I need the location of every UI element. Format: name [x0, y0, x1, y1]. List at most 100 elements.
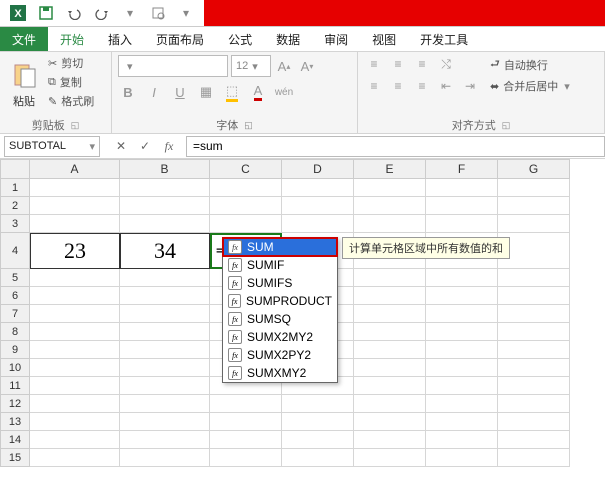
cell[interactable]	[30, 395, 120, 413]
cell[interactable]	[354, 431, 426, 449]
orientation-button[interactable]: ⤭	[436, 55, 456, 73]
save-icon[interactable]	[34, 2, 58, 24]
align-middle-button[interactable]: ≡	[388, 55, 408, 73]
cell[interactable]	[426, 431, 498, 449]
cell[interactable]	[498, 377, 570, 395]
select-all-corner[interactable]	[0, 159, 30, 179]
italic-button[interactable]: I	[144, 81, 164, 103]
cell[interactable]	[498, 215, 570, 233]
column-header[interactable]: G	[498, 159, 570, 179]
formula-bar[interactable]: =sum	[186, 136, 605, 157]
decrease-font-icon[interactable]: A▾	[297, 55, 317, 77]
cell[interactable]	[354, 323, 426, 341]
autocomplete-item[interactable]: fxSUM	[223, 238, 337, 256]
cell[interactable]	[282, 395, 354, 413]
cell[interactable]	[426, 377, 498, 395]
cell[interactable]	[210, 395, 282, 413]
bold-button[interactable]: B	[118, 81, 138, 103]
tab-review[interactable]: 审阅	[312, 27, 360, 51]
align-dialog-icon[interactable]: ◱	[502, 120, 511, 131]
cell[interactable]	[426, 215, 498, 233]
cell[interactable]	[282, 431, 354, 449]
tab-file[interactable]: 文件	[0, 27, 48, 51]
cell[interactable]	[282, 413, 354, 431]
accept-formula-button[interactable]: ✓	[136, 139, 154, 154]
cell[interactable]	[120, 431, 210, 449]
autocomplete-item[interactable]: fxSUMXMY2	[223, 364, 337, 382]
row-header[interactable]: 2	[0, 197, 30, 215]
increase-font-icon[interactable]: A▴	[274, 55, 294, 77]
row-header[interactable]: 8	[0, 323, 30, 341]
cell[interactable]	[498, 287, 570, 305]
border-button[interactable]: ▦	[196, 81, 216, 103]
font-size-combo[interactable]: 12▾	[231, 55, 271, 77]
cell[interactable]	[120, 269, 210, 287]
align-center-button[interactable]: ≡	[388, 77, 408, 95]
tab-insert[interactable]: 插入	[96, 27, 144, 51]
tab-layout[interactable]: 页面布局	[144, 27, 216, 51]
cell[interactable]: 34	[120, 233, 210, 269]
cell[interactable]	[354, 413, 426, 431]
cell[interactable]	[282, 215, 354, 233]
row-header[interactable]: 13	[0, 413, 30, 431]
row-header[interactable]: 15	[0, 449, 30, 467]
decrease-indent-button[interactable]: ⇤	[436, 77, 456, 95]
column-header[interactable]: A	[30, 159, 120, 179]
row-header[interactable]: 7	[0, 305, 30, 323]
cancel-formula-button[interactable]: ✕	[112, 139, 130, 154]
autocomplete-item[interactable]: fxSUMIF	[223, 256, 337, 274]
tab-dev[interactable]: 开发工具	[408, 27, 480, 51]
cell[interactable]	[354, 179, 426, 197]
cell[interactable]	[498, 341, 570, 359]
cell[interactable]	[426, 179, 498, 197]
cell[interactable]	[498, 269, 570, 287]
tab-data[interactable]: 数据	[264, 27, 312, 51]
row-header[interactable]: 1	[0, 179, 30, 197]
cell[interactable]	[354, 449, 426, 467]
cell[interactable]	[498, 323, 570, 341]
cell[interactable]	[498, 197, 570, 215]
cell[interactable]	[30, 269, 120, 287]
cell[interactable]	[282, 179, 354, 197]
align-bottom-button[interactable]: ≡	[412, 55, 432, 73]
autocomplete-item[interactable]: fxSUMSQ	[223, 310, 337, 328]
cell[interactable]	[498, 413, 570, 431]
column-header[interactable]: B	[120, 159, 210, 179]
cell[interactable]	[30, 179, 120, 197]
row-header[interactable]: 9	[0, 341, 30, 359]
font-dialog-icon[interactable]: ◱	[244, 120, 253, 131]
clipboard-dialog-icon[interactable]: ◱	[71, 120, 80, 131]
cell[interactable]	[30, 413, 120, 431]
cell[interactable]	[354, 269, 426, 287]
cell[interactable]	[426, 269, 498, 287]
cell[interactable]	[120, 305, 210, 323]
cell[interactable]	[120, 197, 210, 215]
align-left-button[interactable]: ≡	[364, 77, 384, 95]
cell[interactable]	[498, 179, 570, 197]
cell[interactable]	[210, 179, 282, 197]
cell[interactable]	[30, 449, 120, 467]
cell[interactable]	[30, 305, 120, 323]
align-top-button[interactable]: ≡	[364, 55, 384, 73]
cut-button[interactable]: ✂剪切	[48, 55, 94, 71]
cell[interactable]	[354, 359, 426, 377]
column-header[interactable]: E	[354, 159, 426, 179]
cell[interactable]	[354, 395, 426, 413]
cell[interactable]	[354, 305, 426, 323]
cell[interactable]	[354, 377, 426, 395]
name-box[interactable]: SUBTOTAL▾	[4, 136, 100, 157]
worksheet[interactable]: ABCDEFG 12342334=sum56789101112131415fxS…	[0, 159, 605, 467]
copy-button[interactable]: ⧉复制	[48, 74, 94, 90]
cell[interactable]	[120, 359, 210, 377]
row-header[interactable]: 10	[0, 359, 30, 377]
cell[interactable]	[426, 395, 498, 413]
cell[interactable]	[120, 395, 210, 413]
font-family-combo[interactable]: ▾	[118, 55, 228, 77]
tab-home[interactable]: 开始	[48, 27, 96, 51]
cell[interactable]	[210, 431, 282, 449]
autocomplete-item[interactable]: fxSUMX2MY2	[223, 328, 337, 346]
cell[interactable]	[426, 305, 498, 323]
align-right-button[interactable]: ≡	[412, 77, 432, 95]
cell[interactable]	[30, 341, 120, 359]
column-header[interactable]: D	[282, 159, 354, 179]
